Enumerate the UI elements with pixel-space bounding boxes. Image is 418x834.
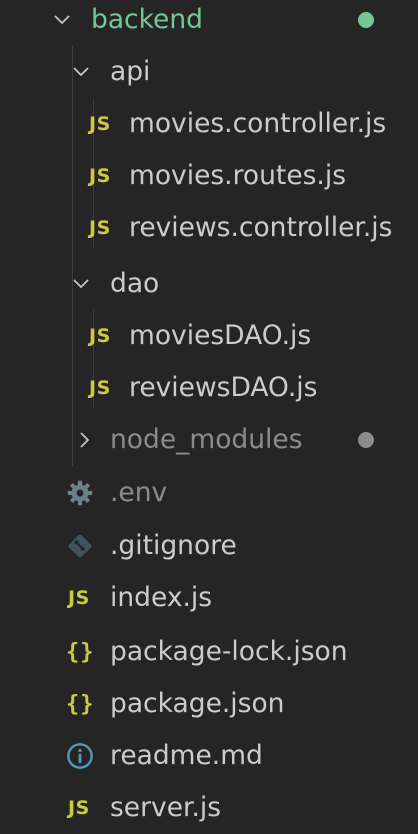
file-readme-md[interactable]: readme.md (0, 730, 418, 782)
info-icon (67, 743, 93, 769)
json-file-icon: {} (66, 639, 95, 665)
file-label: index.js (110, 582, 213, 613)
file-label: moviesDAO.js (129, 320, 312, 351)
file-server-js[interactable]: JS server.js (0, 782, 418, 834)
file-label: reviewsDAO.js (129, 372, 318, 403)
file-movies-controller[interactable]: JS movies.controller.js (0, 98, 418, 150)
file-label: movies.routes.js (129, 160, 347, 191)
chevron-down-icon[interactable] (71, 62, 91, 82)
file-label: readme.md (110, 740, 263, 771)
folder-backend[interactable]: backend (0, 0, 418, 46)
file-label: reviews.controller.js (129, 212, 393, 243)
file-label: .gitignore (110, 530, 237, 561)
javascript-file-icon: JS (68, 797, 90, 819)
folder-node-modules[interactable]: node_modules (0, 414, 418, 466)
folder-label: api (110, 56, 151, 87)
ignored-status-dot (358, 432, 374, 448)
folder-api[interactable]: api (0, 46, 418, 98)
javascript-file-icon: JS (68, 587, 90, 609)
chevron-down-icon[interactable] (71, 274, 91, 294)
javascript-file-icon: JS (89, 377, 111, 399)
chevron-right-icon[interactable] (75, 430, 95, 450)
folder-dao[interactable]: dao (0, 258, 418, 310)
git-icon (68, 534, 92, 558)
file-label: movies.controller.js (129, 108, 387, 139)
folder-label: node_modules (110, 424, 303, 455)
modified-status-dot (358, 12, 374, 28)
javascript-file-icon: JS (89, 165, 111, 187)
file-movies-routes[interactable]: JS movies.routes.js (0, 150, 418, 202)
folder-label: dao (110, 268, 160, 299)
gear-icon (67, 480, 93, 506)
file-env[interactable]: .env (0, 467, 418, 519)
file-package-json[interactable]: {} package.json (0, 678, 418, 730)
file-package-lock-json[interactable]: {} package-lock.json (0, 626, 418, 678)
javascript-file-icon: JS (89, 113, 111, 135)
file-reviews-controller[interactable]: JS reviews.controller.js (0, 202, 418, 254)
javascript-file-icon: JS (89, 325, 111, 347)
file-index-js[interactable]: JS index.js (0, 572, 418, 624)
file-label: server.js (110, 792, 222, 823)
folder-label: backend (91, 4, 203, 35)
javascript-file-icon: JS (89, 217, 111, 239)
file-reviewsdao[interactable]: JS reviewsDAO.js (0, 362, 418, 414)
file-gitignore[interactable]: .gitignore (0, 520, 418, 572)
file-label: .env (110, 477, 168, 508)
file-label: package-lock.json (110, 636, 348, 667)
file-explorer: backend api JS movies.controller.js JS m… (0, 0, 418, 832)
chevron-down-icon[interactable] (52, 10, 72, 30)
file-label: package.json (110, 688, 285, 719)
file-moviesdao[interactable]: JS moviesDAO.js (0, 310, 418, 362)
json-file-icon: {} (66, 691, 95, 717)
